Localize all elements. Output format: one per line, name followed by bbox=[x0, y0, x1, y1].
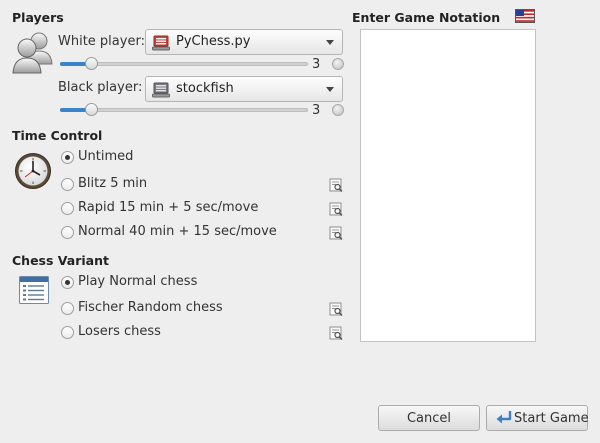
time-untimed-radio[interactable] bbox=[61, 151, 74, 164]
edit-icon[interactable] bbox=[329, 302, 343, 316]
people-icon bbox=[12, 30, 54, 74]
edit-icon[interactable] bbox=[329, 178, 343, 192]
variant-fischer-radio[interactable] bbox=[61, 302, 74, 315]
time-control-section-title: Time Control bbox=[12, 128, 103, 143]
white-player-value: PyChess.py bbox=[176, 34, 251, 49]
black-player-computer-icon bbox=[152, 82, 170, 102]
slider-thumb[interactable] bbox=[84, 57, 98, 70]
time-blitz-label[interactable]: Blitz 5 min bbox=[78, 176, 147, 191]
time-normal-radio[interactable] bbox=[61, 226, 74, 239]
edit-icon[interactable] bbox=[329, 326, 343, 340]
white-player-computer-icon bbox=[152, 35, 170, 55]
black-player-value: stockfish bbox=[176, 81, 234, 96]
start-game-button[interactable]: Start Game bbox=[486, 405, 589, 431]
us-flag-icon[interactable] bbox=[515, 9, 535, 23]
chevron-down-icon bbox=[326, 87, 334, 92]
white-level-slider[interactable] bbox=[60, 57, 308, 70]
board-list-icon bbox=[19, 276, 49, 304]
time-rapid-label[interactable]: Rapid 15 min + 5 sec/move bbox=[78, 200, 258, 215]
notation-textarea[interactable] bbox=[360, 29, 536, 342]
variant-normal-radio[interactable] bbox=[61, 276, 74, 289]
black-player-combo[interactable]: stockfish bbox=[145, 76, 343, 102]
players-section-title: Players bbox=[12, 10, 64, 25]
enter-arrow-icon bbox=[495, 409, 513, 427]
chevron-down-icon bbox=[326, 40, 334, 45]
notation-title: Enter Game Notation bbox=[352, 10, 501, 25]
slider-thumb[interactable] bbox=[84, 103, 98, 116]
cancel-button-label: Cancel bbox=[406, 411, 452, 426]
start-game-button-label: Start Game bbox=[514, 411, 589, 426]
time-untimed-label[interactable]: Untimed bbox=[78, 149, 133, 164]
white-level-knob-icon[interactable] bbox=[332, 58, 344, 70]
black-level-value: 3 bbox=[312, 103, 321, 118]
variant-section-title: Chess Variant bbox=[12, 253, 109, 268]
black-player-label: Black player: bbox=[58, 80, 143, 95]
white-level-value: 3 bbox=[312, 57, 321, 72]
cancel-button[interactable]: Cancel bbox=[378, 405, 480, 431]
black-level-knob-icon[interactable] bbox=[332, 104, 344, 116]
clock-icon bbox=[14, 152, 52, 190]
edit-icon[interactable] bbox=[329, 226, 343, 240]
white-player-combo[interactable]: PyChess.py bbox=[145, 29, 343, 55]
white-player-label: White player: bbox=[58, 34, 145, 49]
time-normal-label[interactable]: Normal 40 min + 15 sec/move bbox=[78, 224, 277, 239]
variant-losers-label[interactable]: Losers chess bbox=[78, 324, 161, 339]
time-rapid-radio[interactable] bbox=[61, 202, 74, 215]
variant-losers-radio[interactable] bbox=[61, 326, 74, 339]
variant-normal-label[interactable]: Play Normal chess bbox=[78, 274, 197, 289]
black-level-slider[interactable] bbox=[60, 103, 308, 116]
variant-fischer-label[interactable]: Fischer Random chess bbox=[78, 300, 223, 315]
time-blitz-radio[interactable] bbox=[61, 178, 74, 191]
edit-icon[interactable] bbox=[329, 202, 343, 216]
